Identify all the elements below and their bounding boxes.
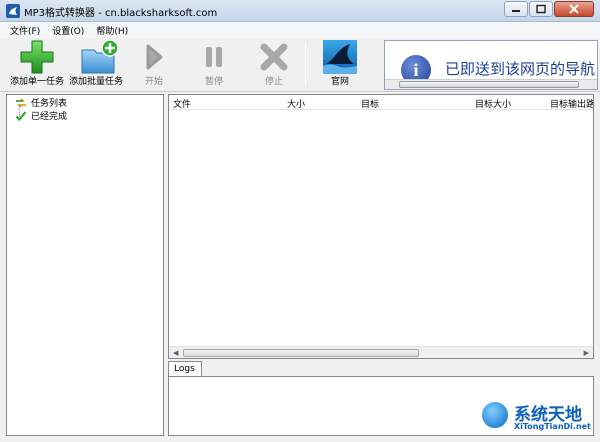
globe-icon [480, 400, 510, 430]
menu-file[interactable]: 文件(F) [10, 24, 40, 37]
add-single-task-button[interactable]: 添加单一任务 [8, 38, 66, 92]
column-header-target[interactable]: 目标 [361, 97, 379, 110]
close-button[interactable] [554, 1, 594, 17]
play-icon [146, 44, 163, 70]
add-batch-task-label: 添加批量任务 [68, 77, 123, 87]
ad-scroll-thumb[interactable] [399, 81, 579, 88]
add-batch-task-button[interactable]: 添加批量任务 [66, 38, 126, 92]
website-button[interactable]: 官网 [318, 38, 362, 92]
pause-icon [206, 47, 222, 67]
toolbar-separator [305, 42, 306, 86]
column-header-size[interactable]: 大小 [287, 97, 305, 110]
table-scroll-thumb[interactable] [183, 349, 419, 357]
stop-label: 停止 [264, 77, 283, 87]
menu-bar: 文件(F) 设置(O) 帮助(H) [0, 22, 600, 38]
task-list-icon [16, 97, 26, 108]
website-label: 官网 [330, 77, 349, 87]
app-icon [6, 4, 20, 18]
maximize-button[interactable] [529, 1, 553, 17]
minimize-button[interactable] [504, 1, 528, 17]
menu-help[interactable]: 帮助(H) [96, 24, 128, 37]
ad-text: 已即送到该网页的导航 [445, 60, 596, 78]
table-header: 文件 大小 目标 目标大小 目标输出路 [169, 95, 593, 110]
checkmark-icon [15, 110, 27, 121]
folder-add-icon [81, 39, 119, 74]
column-header-output-path[interactable]: 目标输出路 [550, 97, 593, 110]
pause-label: 暂停 [204, 77, 223, 87]
logs-tab[interactable]: Logs [168, 361, 202, 377]
column-header-file[interactable]: 文件 [173, 97, 191, 110]
start-button[interactable]: 开始 [134, 38, 174, 92]
task-list-label: 任务列表 [31, 99, 68, 109]
column-header-target-size[interactable]: 目标大小 [475, 97, 511, 110]
window-title: MP3格式转换器 - cn.blacksharksoft.com [24, 8, 218, 19]
start-label: 开始 [144, 77, 163, 87]
task-tree: 任务列表 已经完成 [6, 94, 164, 436]
completed-label: 已经完成 [31, 112, 68, 122]
scroll-left-icon[interactable]: ◀ [173, 349, 178, 357]
close-icon [569, 4, 579, 14]
minimize-icon [512, 10, 520, 12]
watermark-logo: 系统天地 XiTongTianDi.net [480, 398, 598, 440]
maximize-icon [536, 4, 546, 14]
tree-item-completed[interactable]: 已经完成 [15, 109, 67, 122]
ad-panel[interactable]: i 已即送到该网页的导航 [384, 40, 598, 90]
table-horizontal-scrollbar[interactable]: ◀ ▶ [169, 346, 593, 358]
toolbar: 添加单一任务 添加批量任务 开始 暂停 停止 官网 i 已即送到该网页的导航 [0, 38, 600, 92]
shark-logo-icon [323, 40, 357, 74]
tree-item-task-list[interactable]: 任务列表 [15, 96, 67, 109]
plus-icon [20, 40, 54, 74]
stop-x-icon [260, 43, 288, 71]
task-list-table: 文件 大小 目标 目标大小 目标输出路 ◀ ▶ [168, 94, 594, 359]
ad-horizontal-scrollbar[interactable] [385, 79, 597, 89]
title-bar: MP3格式转换器 - cn.blacksharksoft.com [0, 0, 600, 22]
watermark-url: XiTongTianDi.net [514, 422, 591, 431]
pause-button[interactable]: 暂停 [194, 38, 234, 92]
add-single-task-label: 添加单一任务 [9, 77, 64, 87]
menu-settings[interactable]: 设置(O) [52, 24, 84, 37]
stop-button[interactable]: 停止 [254, 38, 294, 92]
scroll-right-icon[interactable]: ▶ [584, 349, 589, 357]
